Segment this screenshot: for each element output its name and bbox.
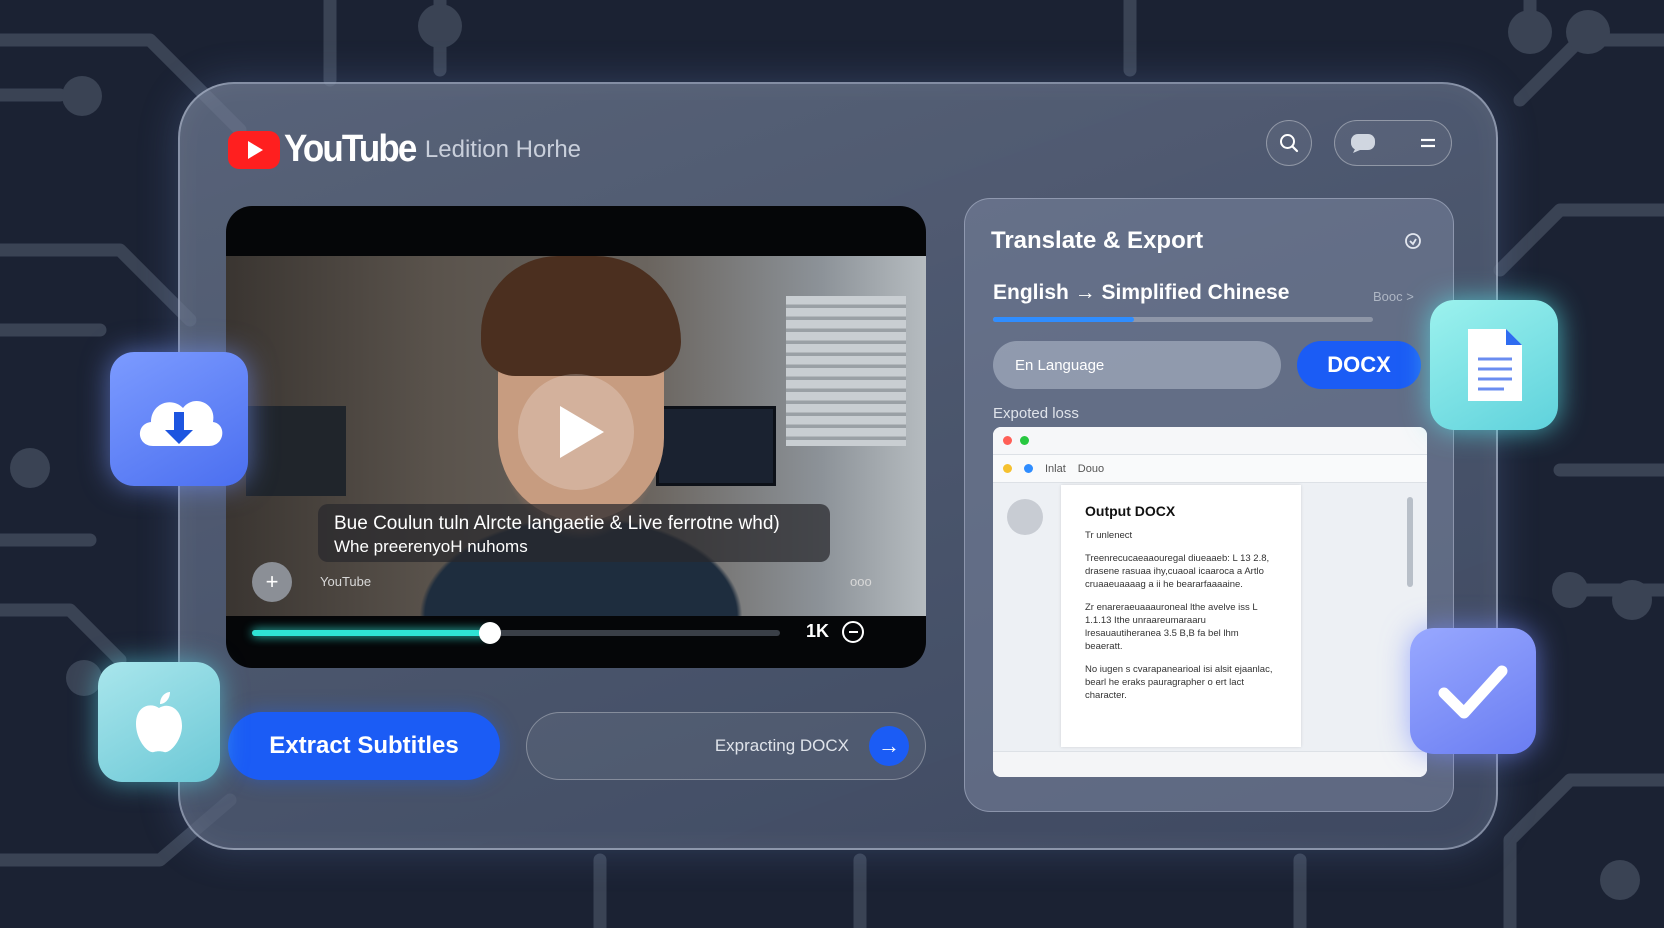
- checkmark-icon[interactable]: [1410, 628, 1536, 754]
- extract-subtitles-button[interactable]: Extract Subtitles: [228, 712, 500, 780]
- language-input[interactable]: [993, 341, 1281, 389]
- toolbar-dot-icon: [1024, 464, 1033, 473]
- maximize-dot-icon[interactable]: [1020, 436, 1029, 445]
- toolbar-item[interactable]: Douo: [1078, 463, 1104, 475]
- subtitle-line-1: Bue Coulun tuln Alrcte langaetie & Live …: [334, 513, 780, 534]
- progress-bar[interactable]: [252, 622, 780, 644]
- account-menu-button[interactable]: [1334, 120, 1452, 166]
- chat-bubble-icon: [1351, 134, 1375, 153]
- preview-statusbar: [993, 751, 1427, 777]
- language-progress: [993, 317, 1373, 322]
- play-button[interactable]: [518, 374, 634, 490]
- panel-title: Translate & Export: [991, 227, 1204, 254]
- progress-handle[interactable]: [478, 622, 501, 644]
- translate-export-panel: Translate & Export English → Simplified …: [964, 198, 1454, 812]
- preview-titlebar: [993, 427, 1427, 455]
- header-subtitle: Ledition Horhe: [424, 135, 582, 163]
- document-paragraph: Zr enareraeuaaauroneal lthe avelve iss L…: [1085, 602, 1258, 652]
- refresh-icon[interactable]: [1403, 231, 1423, 251]
- exported-label: Expoted loss: [993, 405, 1079, 422]
- search-icon: [1280, 134, 1299, 153]
- user-avatar: [1007, 499, 1043, 535]
- toolbar-dot-icon: [1003, 464, 1012, 473]
- close-dot-icon[interactable]: [1003, 436, 1012, 445]
- language-more-link[interactable]: Booc >: [1373, 289, 1414, 304]
- channel-name: YouTube: [320, 574, 372, 589]
- document-paragraph: No iugen s cvarapanearioal isi alsit eja…: [1085, 664, 1273, 701]
- minus-circle-icon[interactable]: [842, 621, 864, 643]
- quality-label[interactable]: 1K: [806, 621, 829, 642]
- document-paragraph: Treenrecucaeaaouregal diueaaeb: L 13 2.8…: [1085, 553, 1270, 590]
- video-player[interactable]: Bue Coulun tuln Alrcte langaetie & Live …: [226, 206, 926, 668]
- exporting-status[interactable]: Expracting DOCX →: [526, 712, 926, 780]
- youtube-logo-icon: [228, 130, 280, 169]
- apple-icon[interactable]: [98, 662, 220, 782]
- menu-icon: [1421, 138, 1435, 148]
- document-page: Output DOCX Tr unlenect Treenrecucaeaaou…: [1061, 485, 1301, 747]
- search-button[interactable]: [1266, 120, 1312, 166]
- cloud-download-icon[interactable]: [110, 352, 248, 486]
- app-window: YouTube Ledition Horhe Bue Coulun tuln A…: [178, 82, 1498, 850]
- language-progress-fill: [993, 317, 1134, 322]
- docx-preview: Inlat Douo Output DOCX Tr unlenect Treen…: [993, 427, 1427, 777]
- subtitle-overlay: Bue Coulun tuln Alrcte langaetie & Live …: [318, 504, 830, 562]
- more-options[interactable]: ooo: [850, 574, 872, 589]
- preview-toolbar: Inlat Douo: [993, 455, 1427, 483]
- progress-fill: [252, 630, 490, 636]
- brand-name: YouTube: [284, 128, 417, 170]
- arrow-right-icon[interactable]: →: [869, 726, 909, 766]
- preview-scrollbar[interactable]: [1407, 497, 1413, 587]
- subtitle-line-2: Whe preerenyoH nuhoms: [334, 537, 528, 556]
- document-line: Tr unlenect: [1085, 530, 1133, 541]
- docx-button[interactable]: DOCX: [1297, 341, 1421, 389]
- channel-avatar[interactable]: +: [252, 562, 292, 602]
- document-icon[interactable]: [1430, 300, 1558, 430]
- header: YouTube Ledition Horhe: [228, 128, 581, 171]
- toolbar-item[interactable]: Inlat: [1045, 463, 1066, 475]
- language-pair[interactable]: English → Simplified Chinese: [993, 281, 1289, 305]
- document-heading: Output DOCX: [1085, 503, 1176, 519]
- exporting-label: Expracting DOCX: [714, 736, 849, 755]
